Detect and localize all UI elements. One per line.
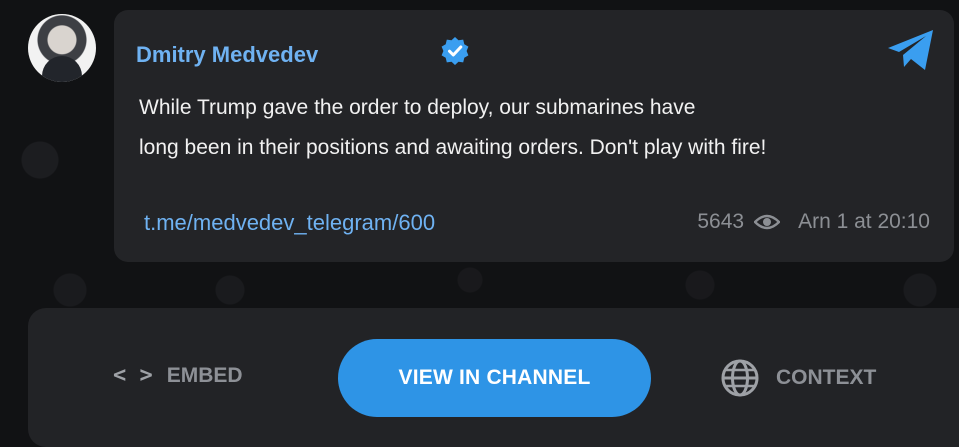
code-brackets-icon: < >: [113, 363, 153, 388]
post-link[interactable]: t.me/medvedev_telegram/600: [144, 210, 435, 236]
embed-label: EMBED: [166, 363, 243, 387]
message-card: Dmitry Medvedev While Trump gave the ord…: [114, 10, 954, 262]
action-bar: < > EMBED VIEW IN CHANNEL CONTEXT: [28, 308, 959, 447]
view-count: 5643: [697, 210, 745, 233]
eye-icon: [754, 214, 781, 230]
post-timestamp: Arn 1 at 20:10: [798, 210, 930, 233]
message-text-line: While Trump gave the order to deploy, ou…: [139, 96, 696, 119]
verified-badge-icon: [441, 37, 469, 65]
view-in-channel-button[interactable]: VIEW IN CHANNEL: [338, 339, 651, 417]
context-label: CONTEXT: [776, 366, 877, 389]
author-name[interactable]: Dmitry Medvedev: [136, 42, 318, 68]
message-text-line: long been in their positions and awaitin…: [139, 136, 767, 159]
avatar[interactable]: [28, 14, 96, 82]
telegram-logo-icon[interactable]: [886, 28, 936, 72]
embed-button[interactable]: < > EMBED: [113, 363, 243, 388]
globe-icon: [721, 359, 759, 397]
message-text: While Trump gave the order to deploy, ou…: [139, 88, 909, 168]
post-meta: 5643 Arn 1 at 20:10: [697, 210, 930, 234]
context-button[interactable]: CONTEXT: [720, 358, 876, 398]
